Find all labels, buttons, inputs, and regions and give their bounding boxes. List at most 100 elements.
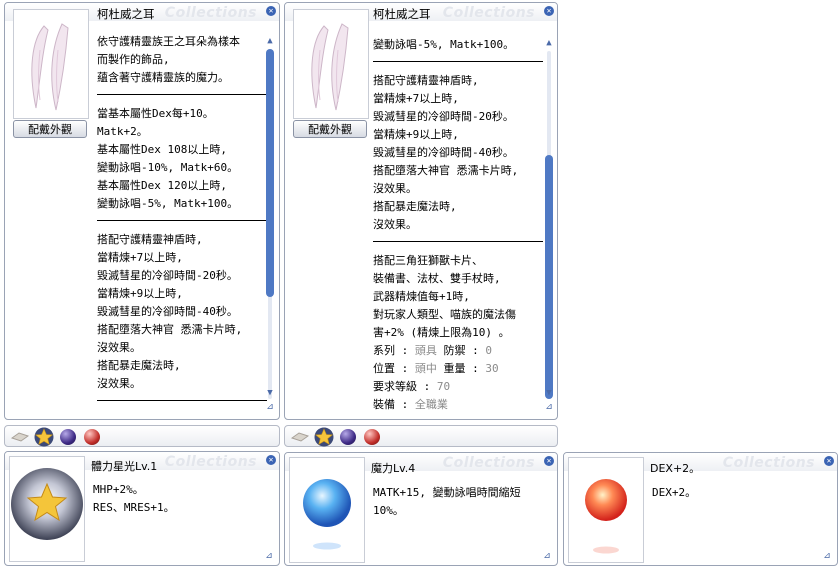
stat-value: 70 — [436, 380, 451, 393]
stat-label: 系列 : — [373, 344, 409, 357]
scroll-down-icon[interactable]: ▼ — [264, 387, 276, 399]
desc-line: 當精煉+7以上時, — [373, 92, 459, 105]
star-card-icon[interactable] — [313, 427, 335, 447]
card-window-stamina-starlight: Collections ✕ 體力星光Lv.1 MHP+2%。 RES、MRES+… — [4, 451, 280, 566]
scroll-down-icon[interactable]: ▼ — [543, 387, 555, 399]
stat-label: 要求等級 : — [373, 380, 431, 393]
item-info-window-right: Collections 柯杜威之耳 ✕ 配戴外觀 變動詠唱-5%, Matk+1… — [284, 2, 558, 420]
stat-value: 30 — [485, 362, 499, 375]
desc-line: MATK+15, 變動詠唱時間縮短 — [373, 486, 521, 499]
resize-grip-icon[interactable]: ⊿ — [264, 401, 276, 413]
item-image — [293, 9, 369, 119]
watermark: Collections — [722, 455, 815, 471]
desc-line: 而製作的飾品, — [97, 53, 170, 66]
desc-line: 變動詠唱-5%, Matk+100。 — [97, 197, 239, 210]
stat-label: 位置 : — [373, 362, 409, 375]
separator — [97, 220, 267, 221]
close-icon[interactable]: ✕ — [824, 456, 834, 466]
scrollbar[interactable]: ▲ ▼ ⊿ — [543, 37, 555, 413]
card-window-magic-power: Collections ✕ 魔力Lv.4 MATK+15, 變動詠唱時間縮短 1… — [284, 452, 558, 566]
card-description: MHP+2%。 RES、MRES+1。 — [93, 481, 273, 517]
watermark: Collections — [164, 454, 257, 470]
card-image — [9, 456, 85, 562]
card-name: 體力星光Lv.1 — [91, 460, 158, 473]
desc-line: 搭配墮落大神官 悉濡卡片時, — [373, 164, 519, 177]
desc-line: 毀滅彗星的冷卻時間-40秒。 — [97, 305, 238, 318]
desc-line: 毀滅彗星的冷卻時間-20秒。 — [97, 269, 238, 282]
card-image — [568, 457, 644, 563]
item-description: 依守護精靈族王之耳朵為樣本 而製作的飾品, 蘊含著守護精靈族的魔力。 當基本屬性… — [97, 33, 267, 411]
desc-line: 依守護精靈族王之耳朵為樣本 — [97, 35, 240, 48]
desc-line: Matk+2。 — [97, 125, 148, 138]
desc-line: 搭配墮落大神官 悉濡卡片時, — [97, 323, 243, 336]
scroll-up-icon[interactable]: ▲ — [543, 37, 555, 49]
star-card-icon[interactable] — [33, 427, 55, 447]
desc-line: 搭配守護精靈神盾時, — [373, 74, 479, 87]
scroll-up-icon[interactable]: ▲ — [264, 35, 276, 47]
stat-label: 防禦 : — [443, 344, 479, 357]
pin-icon[interactable] — [291, 429, 309, 445]
desc-line: 沒效果。 — [97, 377, 141, 390]
watermark: Collections — [442, 5, 535, 21]
separator — [97, 400, 267, 401]
stat-label: 重量 : — [443, 362, 479, 375]
desc-line: RES、MRES+1。 — [93, 501, 175, 514]
resize-grip-icon[interactable]: ⊿ — [821, 550, 833, 562]
pin-icon[interactable] — [11, 429, 29, 445]
close-icon[interactable]: ✕ — [544, 6, 554, 16]
scroll-thumb[interactable] — [266, 49, 274, 297]
card-slot-bar-right — [284, 425, 558, 447]
starlight-icon — [11, 468, 83, 540]
card-description: DEX+2。 — [652, 484, 832, 502]
desc-line: MHP+2%。 — [93, 483, 144, 496]
red-orb-icon[interactable] — [364, 429, 380, 445]
close-icon[interactable]: ✕ — [266, 6, 276, 16]
desc-line: DEX+2。 — [652, 486, 697, 499]
desc-line: 沒效果。 — [97, 341, 141, 354]
purple-orb-icon[interactable] — [60, 429, 76, 445]
scrollbar[interactable]: ▲ ▼ ⊿ — [264, 35, 276, 413]
stat-type-row: 系列 : 頭具 防禦 : 0 — [373, 342, 543, 360]
elven-ears-icon — [311, 23, 349, 111]
card-window-dex: Collections ✕ DEX+2。 DEX+2。 ⊿ — [563, 452, 838, 566]
watermark: Collections — [164, 5, 257, 21]
card-image — [289, 457, 365, 563]
resize-grip-icon[interactable]: ⊿ — [543, 401, 555, 413]
stat-value: 全職業 — [414, 398, 448, 411]
stat-equip-row: 裝備 : 全職業 — [373, 396, 543, 414]
preview-appearance-button[interactable]: 配戴外觀 — [293, 120, 367, 138]
card-description: MATK+15, 變動詠唱時間縮短 10%。 — [373, 484, 553, 520]
desc-line: 搭配守護精靈神盾時, — [97, 233, 203, 246]
red-orb-icon — [585, 479, 627, 554]
watermark: Collections — [442, 455, 535, 471]
desc-line: 搭配三角狂獅獸卡片、 — [373, 254, 483, 267]
desc-line: 搭配暴走魔法時, — [373, 200, 457, 213]
resize-grip-icon[interactable]: ⊿ — [541, 550, 553, 562]
stat-label: 裝備 : — [373, 398, 409, 411]
desc-line: 裝備書、法杖、雙手杖時, — [373, 272, 501, 285]
desc-line: 沒效果。 — [373, 218, 417, 231]
desc-line: 害+2% (精煉上限為10) 。 — [373, 326, 510, 339]
red-orb-icon[interactable] — [84, 429, 100, 445]
desc-line: 毀滅彗星的冷卻時間-40秒。 — [373, 146, 514, 159]
close-icon[interactable]: ✕ — [266, 455, 276, 465]
preview-appearance-button[interactable]: 配戴外觀 — [13, 120, 87, 138]
desc-line: 當精煉+9以上時, — [373, 128, 459, 141]
stat-level-row: 要求等級 : 70 — [373, 378, 543, 396]
stat-value: 頭中 — [414, 362, 437, 375]
close-icon[interactable]: ✕ — [544, 456, 554, 466]
item-image — [13, 9, 89, 119]
desc-line: 當精煉+7以上時, — [97, 251, 183, 264]
purple-orb-icon[interactable] — [340, 429, 356, 445]
desc-line: 毀滅彗星的冷卻時間-20秒。 — [373, 110, 514, 123]
desc-line: 變動詠唱-5%, Matk+100。 — [373, 38, 515, 51]
item-title: 柯杜威之耳 — [373, 7, 431, 21]
desc-line: 基本屬性Dex 120以上時, — [97, 179, 227, 192]
scroll-thumb[interactable] — [545, 155, 553, 399]
elven-ears-icon — [31, 23, 69, 111]
card-name: 魔力Lv.4 — [371, 462, 416, 475]
desc-line: 沒效果。 — [373, 182, 417, 195]
card-name: DEX+2。 — [650, 462, 701, 475]
desc-line: 蘊含著守護精靈族的魔力。 — [97, 71, 229, 84]
resize-grip-icon[interactable]: ⊿ — [263, 550, 275, 562]
